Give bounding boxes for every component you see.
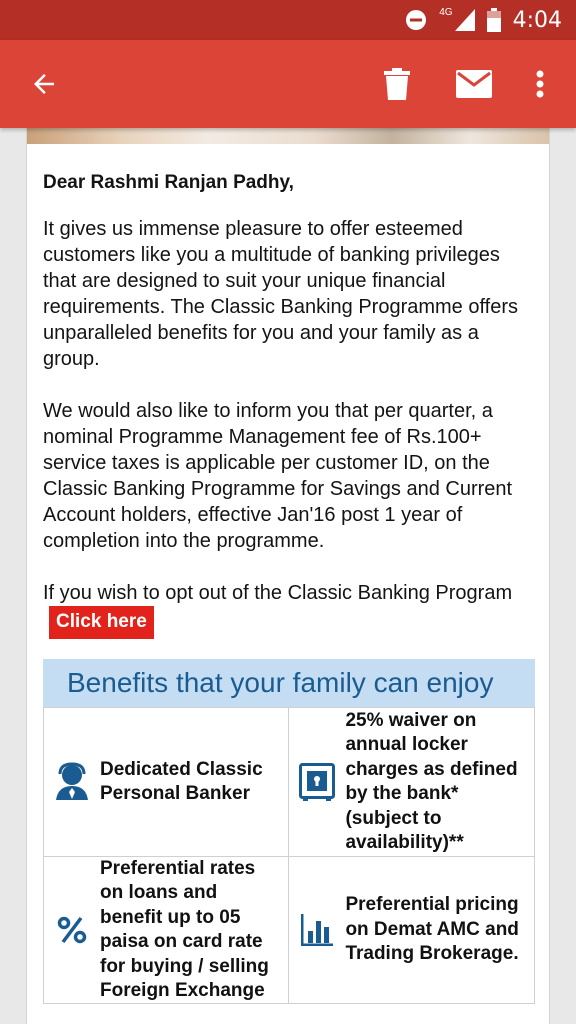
optout-text: If you wish to opt out of the Classic Ba… xyxy=(43,580,533,639)
banner-image xyxy=(27,128,549,144)
benefit-text: Preferential rates on loans and benefit … xyxy=(100,857,269,1002)
status-bar: 4G 4:04 xyxy=(0,0,576,40)
benefits-row: Preferential rates on loans and benefit … xyxy=(42,856,535,1004)
benefits-table: Dedicated Classic Personal Banker 25% wa… xyxy=(42,707,535,1004)
email-body: Dear Rashmi Ranjan Padhy, It gives us im… xyxy=(26,128,550,1024)
benefits-row: Dedicated Classic Personal Banker 25% wa… xyxy=(42,707,535,857)
benefit-cell: 25% waiver on annual locker charges as d… xyxy=(288,707,535,857)
click-here-link[interactable]: Click here xyxy=(49,606,154,639)
delete-icon[interactable] xyxy=(380,62,414,106)
benefits-section: Benefits that your family can enjoy Dedi… xyxy=(42,659,535,1004)
banker-person-icon xyxy=(52,762,92,802)
benefit-text: 25% waiver on annual locker charges as d… xyxy=(345,709,518,854)
salutation: Dear Rashmi Ranjan Padhy, xyxy=(43,172,294,193)
benefit-cell: Dedicated Classic Personal Banker xyxy=(42,707,290,857)
mail-icon[interactable] xyxy=(452,62,496,106)
benefit-text: Preferential pricing on Demat AMC and Tr… xyxy=(345,894,519,965)
bar-chart-icon xyxy=(297,913,337,947)
benefit-cell: Preferential rates on loans and benefit … xyxy=(42,856,290,1004)
do-not-disturb-icon xyxy=(405,9,427,31)
back-arrow-icon[interactable] xyxy=(24,62,64,106)
app-bar xyxy=(0,40,576,128)
signal-icon: 4G xyxy=(439,6,475,31)
percent-icon xyxy=(52,915,92,945)
benefits-title: Benefits that your family can enjoy xyxy=(43,659,535,707)
paragraph-intro: It gives us immense pleasure to offer es… xyxy=(43,218,519,370)
paragraph-fee: We would also like to inform you that pe… xyxy=(43,400,513,552)
benefit-cell: Preferential pricing on Demat AMC and Tr… xyxy=(288,856,535,1004)
network-type: 4G xyxy=(439,6,453,18)
clock: 4:04 xyxy=(512,7,562,33)
more-vert-icon[interactable] xyxy=(526,62,554,106)
letter: Dear Rashmi Ranjan Padhy, It gives us im… xyxy=(27,144,549,639)
battery-icon xyxy=(486,8,501,32)
locker-safe-icon xyxy=(297,763,337,801)
benefit-text: Dedicated Classic Personal Banker xyxy=(100,758,263,805)
optout-label: If you wish to opt out of the Classic Ba… xyxy=(43,582,513,604)
